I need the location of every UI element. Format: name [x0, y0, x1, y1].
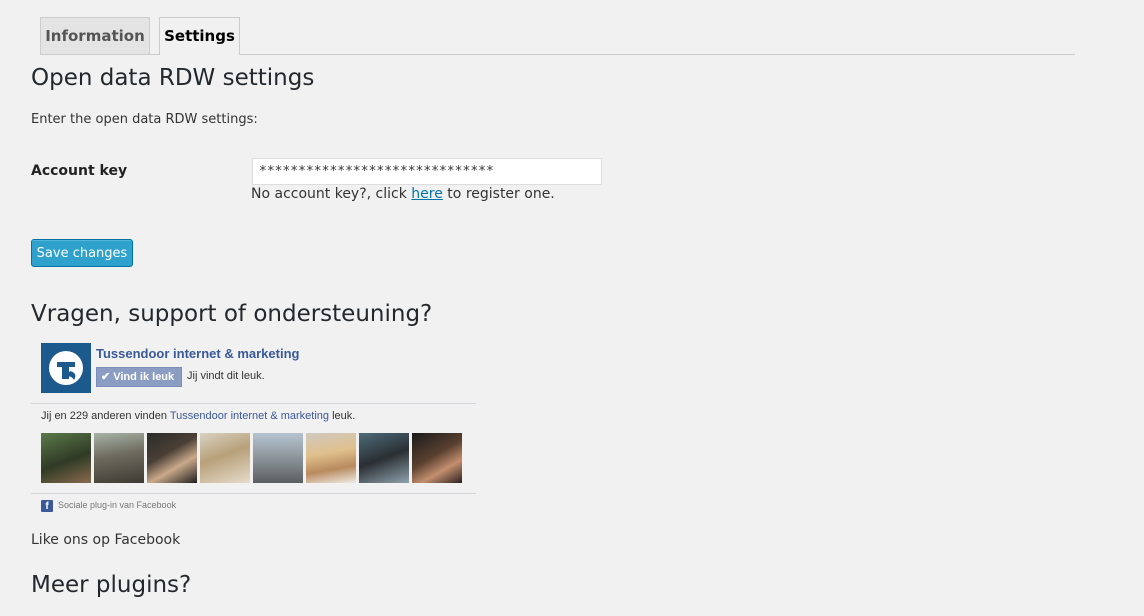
count-suffix: leuk.	[329, 410, 356, 422]
account-key-hint: No account key?, click here to register …	[251, 186, 555, 202]
settings-heading: Open data RDW settings	[31, 65, 315, 91]
tab-settings[interactable]: Settings	[159, 17, 240, 55]
more-plugins-heading: Meer plugins?	[31, 572, 192, 598]
tab-bar: Information Settings	[40, 17, 1075, 55]
register-link[interactable]: here	[411, 186, 443, 202]
friend-photo[interactable]	[253, 433, 303, 483]
divider	[31, 493, 476, 494]
tab-information[interactable]: Information	[40, 17, 150, 54]
account-key-field[interactable]	[252, 158, 602, 185]
count-prefix: Jij en 229 anderen vinden	[41, 410, 170, 422]
facebook-like-box: Tussendoor internet & marketing ✔ Vind ik…	[31, 338, 476, 516]
hint-prefix: No account key?, click	[251, 186, 412, 202]
friend-photo[interactable]	[147, 433, 197, 483]
friend-photo[interactable]	[200, 433, 250, 483]
like-count-text: Jij en 229 anderen vinden Tussendoor int…	[41, 410, 355, 422]
like-us-text: Like ons op Facebook	[31, 532, 181, 548]
you-like-text: Jij vindt dit leuk.	[187, 370, 265, 382]
page-link[interactable]: Tussendoor internet & marketing	[170, 410, 329, 422]
divider	[31, 403, 476, 404]
tussendoor-logo[interactable]	[41, 343, 91, 393]
support-heading: Vragen, support of ondersteuning?	[31, 301, 433, 327]
hint-suffix: to register one.	[442, 186, 555, 202]
friend-photo[interactable]	[412, 433, 462, 483]
account-key-label: Account key	[31, 163, 128, 179]
settings-intro: Enter the open data RDW settings:	[31, 112, 258, 127]
facebook-like-button[interactable]: ✔ Vind ik leuk	[96, 367, 182, 387]
save-changes-button[interactable]: Save changes	[31, 239, 133, 267]
friend-photo[interactable]	[359, 433, 409, 483]
facebook-icon: f	[41, 499, 53, 512]
friend-photo[interactable]	[306, 433, 356, 483]
footer-text[interactable]: Sociale plug-in van Facebook	[58, 500, 176, 510]
like-button-label: Vind ik leuk	[113, 371, 175, 383]
friend-photo[interactable]	[41, 433, 91, 483]
facebook-page-name[interactable]: Tussendoor internet & marketing	[96, 346, 299, 361]
checkmark-icon: ✔	[101, 371, 111, 383]
friend-photo[interactable]	[94, 433, 144, 483]
facebook-footer: f Sociale plug-in van Facebook	[41, 499, 176, 512]
